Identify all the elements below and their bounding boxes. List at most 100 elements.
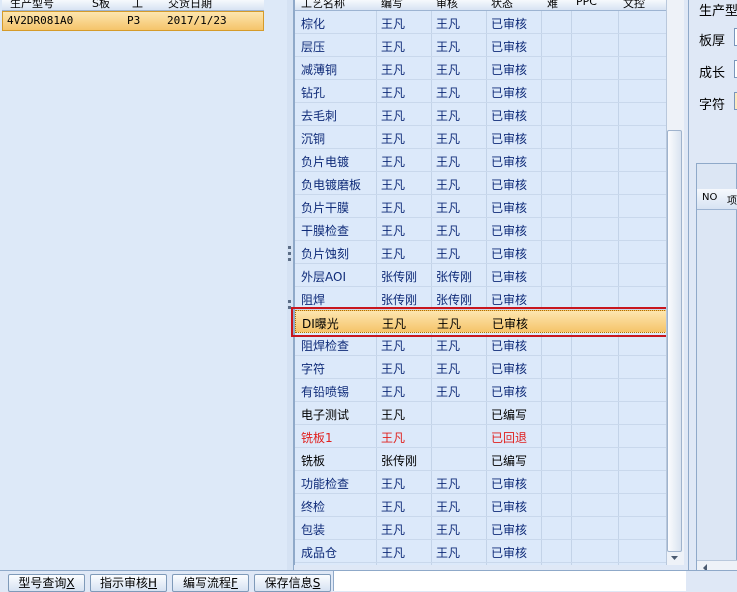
process-row[interactable]: 负电镀磨板 王凡 王凡 已审核 xyxy=(295,172,667,195)
col-header-process[interactable]: 工 xyxy=(132,0,143,10)
process-row[interactable]: 负片电镀 王凡 王凡 已审核 xyxy=(295,149,667,172)
review-instruction-button[interactable]: 指示审核H xyxy=(90,574,167,592)
process-name-cell: 字符 xyxy=(301,362,326,376)
highlight-box xyxy=(291,307,670,337)
col-header-difficulty[interactable]: 难 xyxy=(547,0,558,10)
model-list-panel xyxy=(0,0,288,570)
col-header-board[interactable]: S板 xyxy=(92,0,110,10)
detail-subgrid xyxy=(696,163,737,578)
date-cell: 2017/1/23 xyxy=(167,14,227,27)
review-instruction-label: 指示审核 xyxy=(99,576,148,590)
col-header-no[interactable]: NO xyxy=(702,192,717,203)
col-header-status[interactable]: 状态 xyxy=(491,0,513,10)
model-query-button[interactable]: 型号查询X xyxy=(8,574,85,592)
writer-cell: 王凡 xyxy=(381,362,406,376)
col-header-writer[interactable]: 编写 xyxy=(381,0,403,10)
panel-splitter[interactable] xyxy=(287,0,294,570)
status-cell: 已审核 xyxy=(491,155,528,169)
process-row[interactable]: 去毛刺 王凡 王凡 已审核 xyxy=(295,103,667,126)
reviewer-cell: 张传刚 xyxy=(436,293,473,307)
save-info-button[interactable]: 保存信息S xyxy=(254,574,331,592)
col-header-process-name[interactable]: 工艺名称 xyxy=(301,0,345,10)
writer-cell: 王凡 xyxy=(381,40,406,54)
writer-cell: 王凡 xyxy=(381,109,406,123)
reviewer-cell: 王凡 xyxy=(436,17,461,31)
process-row[interactable]: 铣板1 王凡 已回退 xyxy=(295,425,667,448)
writer-cell: 王凡 xyxy=(381,431,406,445)
status-cell: 已编写 xyxy=(491,408,528,422)
writer-cell: 王凡 xyxy=(381,17,406,31)
status-cell: 已审核 xyxy=(491,523,528,537)
process-row[interactable]: 成品仓 王凡 王凡 已审核 xyxy=(295,540,667,563)
process-grid: 工艺名称 编写 审核 状态 难 PPC 文控 棕化 王凡 王凡 已审核 层压 王凡 王凡 已审… xyxy=(294,0,667,565)
process-name-cell: 去毛刺 xyxy=(301,109,338,123)
writer-cell: 王凡 xyxy=(381,477,406,491)
process-name-cell: 层压 xyxy=(301,40,326,54)
process-grid-header: 工艺名称 编写 审核 状态 难 PPC 文控 xyxy=(295,0,667,11)
process-row[interactable]: 字符 王凡 王凡 已审核 xyxy=(295,356,667,379)
scroll-down-icon[interactable] xyxy=(667,552,682,564)
reviewer-cell: 王凡 xyxy=(436,500,461,514)
col-header-item[interactable]: 项 xyxy=(727,192,737,207)
process-name-cell: 铣板1 xyxy=(301,431,333,445)
writer-cell: 王凡 xyxy=(381,546,406,560)
process-row[interactable]: 功能检查 王凡 王凡 已审核 xyxy=(295,471,667,494)
growth-label: 成长 xyxy=(699,66,726,81)
process-row[interactable]: 负片蚀刻 王凡 王凡 已审核 xyxy=(295,241,667,264)
process-row[interactable]: 负片干膜 王凡 王凡 已审核 xyxy=(295,195,667,218)
process-name-cell: 电子测试 xyxy=(301,408,350,422)
reviewer-cell: 王凡 xyxy=(436,109,461,123)
process-row[interactable]: 层压 王凡 王凡 已审核 xyxy=(295,34,667,57)
process-row[interactable]: 电子测试 王凡 已编写 xyxy=(295,402,667,425)
write-flow-button[interactable]: 编写流程F xyxy=(172,574,249,592)
process-row[interactable]: 棕化 王凡 王凡 已审核 xyxy=(295,11,667,34)
reviewer-cell: 王凡 xyxy=(436,362,461,376)
process-name-cell: 负片蚀刻 xyxy=(301,247,350,261)
reviewer-cell: 王凡 xyxy=(436,224,461,238)
reviewer-cell: 王凡 xyxy=(436,477,461,491)
process-row[interactable]: 有铅喷锡 王凡 王凡 已审核 xyxy=(295,379,667,402)
writer-cell: 张传刚 xyxy=(381,270,418,284)
status-cell: 已审核 xyxy=(491,40,528,54)
thickness-label: 板厚 xyxy=(699,34,726,49)
writer-cell: 王凡 xyxy=(381,178,406,192)
process-name-cell: 钻孔 xyxy=(301,86,326,100)
writer-cell: 王凡 xyxy=(381,63,406,77)
process-name-cell: 干膜检查 xyxy=(301,224,350,238)
reviewer-cell: 王凡 xyxy=(436,247,461,261)
process-row[interactable]: 减薄铜 王凡 王凡 已审核 xyxy=(295,57,667,80)
col-header-model[interactable]: 生产型号 xyxy=(10,0,54,10)
model-row[interactable]: 4V2DR081A0 P3 2017/1/23 xyxy=(2,11,264,31)
process-name-cell: 终检 xyxy=(301,500,326,514)
process-row[interactable]: 包装 王凡 王凡 已审核 xyxy=(295,517,667,540)
status-cell: 已审核 xyxy=(491,132,528,146)
status-cell: 已审核 xyxy=(491,224,528,238)
col-header-reviewer[interactable]: 审核 xyxy=(436,0,458,10)
process-row[interactable]: 终检 王凡 王凡 已审核 xyxy=(295,494,667,517)
col-header-ppc[interactable]: PPC xyxy=(576,0,597,8)
process-row[interactable]: 外层AOI 张传刚 张传刚 已审核 xyxy=(295,264,667,287)
reviewer-cell: 王凡 xyxy=(436,523,461,537)
status-cell: 已审核 xyxy=(491,477,528,491)
model-query-label: 型号查询 xyxy=(18,576,67,590)
status-cell: 已审核 xyxy=(491,109,528,123)
reviewer-cell: 张传刚 xyxy=(436,270,473,284)
model-cell: 4V2DR081A0 xyxy=(7,14,74,27)
col-header-doc-control[interactable]: 文控 xyxy=(623,0,645,10)
col-header-date[interactable]: 交货日期 xyxy=(168,0,212,10)
process-row[interactable]: 沉铜 王凡 王凡 已审核 xyxy=(295,126,667,149)
scrollbar-thumb[interactable] xyxy=(667,130,682,552)
reviewer-cell: 王凡 xyxy=(436,546,461,560)
process-row[interactable]: 铣板 张传刚 已编写 xyxy=(295,448,667,471)
splitter-grip xyxy=(288,258,291,261)
splitter-grip xyxy=(288,246,291,249)
writer-cell: 王凡 xyxy=(381,523,406,537)
writer-cell: 王凡 xyxy=(381,132,406,146)
reviewer-cell: 王凡 xyxy=(436,63,461,77)
process-name-cell: 外层AOI xyxy=(301,270,346,284)
status-cell: 已审核 xyxy=(491,178,528,192)
writer-cell: 王凡 xyxy=(381,224,406,238)
process-row[interactable]: 钻孔 王凡 王凡 已审核 xyxy=(295,80,667,103)
status-cell: 已审核 xyxy=(491,293,528,307)
process-row[interactable]: 干膜检查 王凡 王凡 已审核 xyxy=(295,218,667,241)
